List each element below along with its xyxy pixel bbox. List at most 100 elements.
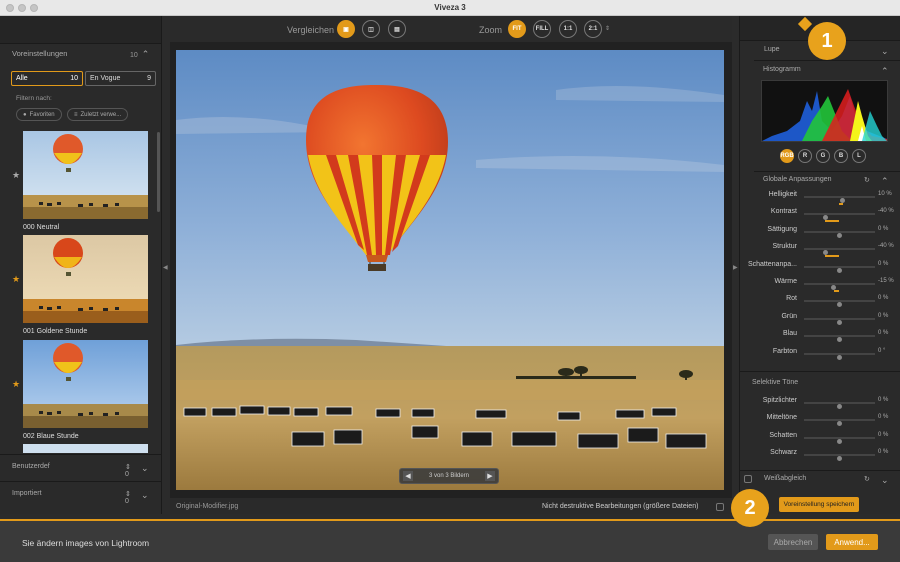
reset-icon[interactable]: ↻ <box>864 176 870 184</box>
slider-row[interactable]: Wärme -15 % <box>740 278 900 292</box>
chevron-down-icon[interactable]: ⌄ <box>881 46 889 57</box>
slider-row[interactable]: Sättigung 0 % <box>740 226 900 240</box>
slider-knob[interactable] <box>836 354 842 360</box>
slider-track[interactable] <box>804 196 875 205</box>
preset-list-scrollbar[interactable] <box>157 132 160 212</box>
footer-bar: Sie ändern images von Lightroom Abbreche… <box>0 519 900 562</box>
slider-label: Blau <box>782 330 797 338</box>
filter-favorites-button[interactable]: ● Favoriten <box>16 108 62 121</box>
slider-row[interactable]: Grün 0 % <box>740 313 900 327</box>
white-balance-checkbox[interactable] <box>744 475 752 483</box>
tab-all[interactable]: Alle 10 <box>11 71 83 86</box>
compare-side-by-side-button[interactable]: ▤ <box>388 20 406 38</box>
slider-row[interactable]: Kontrast -40 % <box>740 208 900 223</box>
slider-knob[interactable] <box>822 250 828 256</box>
histogram-label: Histogramm <box>763 66 801 73</box>
collapse-right-panel-icon[interactable]: ▶ <box>733 264 738 271</box>
zoom-1-1-button[interactable]: 1:1 <box>559 20 577 38</box>
chevron-down-icon[interactable]: ⌄ <box>881 475 889 486</box>
tab-en-vogue[interactable]: En Vogue 9 <box>85 71 156 86</box>
filter-recent-label: Zuletzt verwe... <box>80 111 122 118</box>
slider-row[interactable]: Schattenanpa... 0 % <box>740 261 900 275</box>
slider-track[interactable] <box>804 335 875 343</box>
chevron-down-icon[interactable]: ⌄ <box>141 490 149 501</box>
chevron-up-icon[interactable]: ⌃ <box>881 176 889 187</box>
cancel-button[interactable]: Abbrechen <box>768 534 818 550</box>
slider-track[interactable] <box>804 213 875 223</box>
collapse-left-panel-icon[interactable]: ◀ <box>163 264 168 271</box>
histogram-luminance-button[interactable]: L <box>852 149 866 163</box>
slider-label: Schwarz <box>770 449 797 457</box>
slider-knob[interactable] <box>836 267 842 273</box>
slider-track[interactable] <box>804 248 875 258</box>
slider-knob[interactable] <box>836 456 842 462</box>
zoom-fit-button[interactable]: FIT <box>508 20 526 38</box>
slider-row[interactable]: Mitteltöne 0 % <box>740 414 900 428</box>
preview-area[interactable]: ◀ 3 von 3 Bildern ▶ <box>170 42 732 498</box>
slider-value: 0 ° <box>878 347 886 354</box>
star-filled-icon[interactable]: ★ <box>12 274 20 285</box>
slider-track[interactable] <box>804 419 875 427</box>
white-balance-header[interactable]: Weißabgleich ↻ ⌄ <box>740 475 900 489</box>
slider-row[interactable]: Farbton 0 ° <box>740 348 900 362</box>
zoom-2-1-button[interactable]: 2:1 <box>584 20 602 38</box>
slider-knob[interactable] <box>836 319 842 325</box>
slider-track[interactable] <box>804 436 875 444</box>
zoom-stepper-icon[interactable]: ⇕ <box>605 25 610 32</box>
slider-knob[interactable] <box>836 302 842 308</box>
imported-presets-section[interactable]: Importiert 0 ⇕ ⌄ <box>0 481 162 505</box>
slider-row[interactable]: Spitzlichter 0 % <box>740 397 900 411</box>
slider-track[interactable] <box>804 300 875 308</box>
slider-track[interactable] <box>804 230 875 238</box>
imported-presets-label: Importiert <box>12 490 42 497</box>
presets-title: Voreinstellungen <box>12 49 68 58</box>
selective-tones-header[interactable]: Selektive Töne <box>740 379 900 393</box>
slider-row[interactable]: Blau 0 % <box>740 330 900 344</box>
reset-icon[interactable]: ↻ <box>864 475 870 483</box>
slider-track[interactable] <box>804 317 875 325</box>
slider-track[interactable] <box>804 402 875 409</box>
next-image-button[interactable]: ▶ <box>485 471 495 481</box>
slider-row[interactable]: Rot 0 % <box>740 295 900 309</box>
nondestructive-checkbox[interactable] <box>716 503 724 511</box>
slider-track[interactable] <box>804 352 875 360</box>
chevron-down-icon[interactable]: ⌄ <box>141 463 149 474</box>
slider-knob[interactable] <box>836 421 842 427</box>
slider-track[interactable] <box>804 454 875 462</box>
compare-single-view-button[interactable]: ▣ <box>337 20 355 38</box>
save-preset-button[interactable]: Voreinstellung speichern <box>779 497 859 512</box>
histogram-green-button[interactable]: G <box>816 149 830 163</box>
slider-row[interactable]: Schwarz 0 % <box>740 449 900 463</box>
slider-knob[interactable] <box>822 215 828 221</box>
slider-knob[interactable] <box>836 337 842 343</box>
preset-item[interactable]: 002 Blaue Stunde <box>23 340 148 440</box>
zoom-fill-button[interactable]: FILL <box>533 20 551 38</box>
preset-item[interactable]: 001 Goldene Stunde <box>23 235 148 335</box>
slider-row[interactable]: Schatten 0 % <box>740 432 900 446</box>
compare-split-view-button[interactable]: ◫ <box>362 20 380 38</box>
star-empty-icon[interactable]: ★ <box>12 170 20 181</box>
star-filled-icon[interactable]: ★ <box>12 379 20 390</box>
preview-image[interactable] <box>176 50 724 490</box>
chevron-up-icon[interactable]: ⌃ <box>881 66 889 77</box>
slider-row[interactable]: Helligkeit 10 % <box>740 191 900 205</box>
apply-button[interactable]: Anwend... <box>826 534 878 550</box>
histogram-section-header[interactable]: Histogramm ⌃ <box>740 66 900 80</box>
filter-recent-button[interactable]: ≡ Zuletzt verwe... <box>67 108 129 121</box>
slider-knob[interactable] <box>840 198 845 203</box>
histogram-rgb-button[interactable]: RGB <box>780 149 794 163</box>
histogram-blue-button[interactable]: B <box>834 149 848 163</box>
slider-track[interactable] <box>804 265 875 273</box>
custom-presets-section[interactable]: Benutzerdef 0 ⇕ ⌄ <box>0 454 162 478</box>
slider-knob[interactable] <box>836 438 842 444</box>
preset-thumbnail-partial[interactable] <box>23 444 148 453</box>
slider-knob[interactable] <box>836 404 842 409</box>
histogram-red-button[interactable]: R <box>798 149 812 163</box>
slider-knob[interactable] <box>836 232 842 238</box>
preset-item[interactable]: 000 Neutral <box>23 131 148 231</box>
slider-row[interactable]: Struktur -40 % <box>740 243 900 258</box>
slider-track[interactable] <box>804 283 875 292</box>
chevron-up-icon[interactable]: ⌃ <box>142 49 150 60</box>
previous-image-button[interactable]: ◀ <box>403 471 413 481</box>
global-adjustments-header[interactable]: Globale Anpassungen ↻ ⌃ <box>740 176 900 190</box>
